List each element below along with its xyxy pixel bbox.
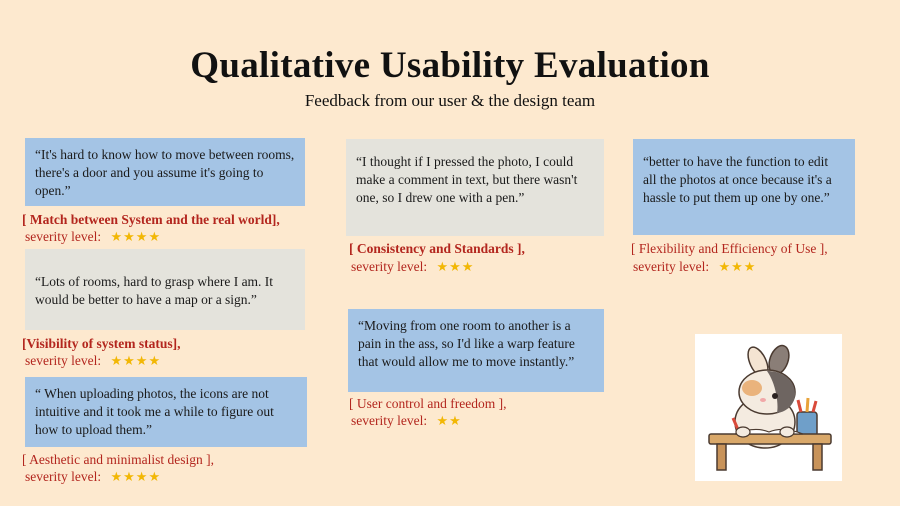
feedback-card-3: “ When uploading photos, the icons are n… [25,377,307,447]
severity-stars-icon: ★★★★ [110,230,162,245]
heuristic-label-4: [ Consistency and Standards ], [349,241,525,256]
feedback-quote: “I thought if I pressed the photo, I cou… [356,154,578,205]
heuristic-label-5: [ User control and freedom ], [349,396,507,411]
feedback-card-6: “better to have the function to edit all… [633,139,855,235]
severity-row-1: severity level: ★★★★ [25,229,161,246]
severity-label: severity level: [633,259,710,274]
severity-row-3: severity level: ★★★★ [25,469,161,486]
heuristic-label-3: [ Aesthetic and minimalist design ], [22,452,214,467]
page-subtitle: Feedback from our user & the design team [304,91,596,110]
feedback-card-5: “Moving from one room to another is a pa… [348,309,604,392]
severity-stars-icon: ★★★★ [110,470,162,485]
feedback-quote: “Lots of rooms, hard to grasp where I am… [35,274,274,307]
severity-row-6: severity level: ★★★ [633,259,756,276]
severity-row-2: severity level: ★★★★ [25,353,161,370]
severity-label: severity level: [25,229,102,244]
heuristic-label-2: [Visibility of system status], [22,336,181,351]
severity-label: severity level: [25,469,102,484]
bunny-illustration [695,334,842,481]
severity-stars-icon: ★★★ [718,260,757,275]
feedback-card-2: “Lots of rooms, hard to grasp where I am… [25,249,305,330]
severity-label: severity level: [351,413,428,428]
severity-stars-icon: ★★★ [436,260,475,275]
severity-stars-icon: ★★★★ [110,354,162,369]
severity-row-4: severity level: ★★★ [351,259,474,276]
heuristic-label-1: [ Match between System and the real worl… [22,212,280,227]
heuristic-label-6: [ Flexibility and Efficiency of Use ], [631,241,828,256]
feedback-quote: “better to have the function to edit all… [643,154,832,205]
feedback-quote: “Moving from one room to another is a pa… [358,318,575,369]
feedback-card-1: “It's hard to know how to move between r… [25,138,305,206]
severity-label: severity level: [351,259,428,274]
bunny-drawing-icon [708,344,832,471]
severity-label: severity level: [25,353,102,368]
page-title: Qualitative Usability Evaluation [190,45,710,86]
feedback-quote: “ When uploading photos, the icons are n… [35,386,274,437]
severity-row-5: severity level: ★★ [351,413,462,430]
feedback-card-4: “I thought if I pressed the photo, I cou… [346,139,604,236]
severity-stars-icon: ★★ [436,414,462,429]
feedback-quote: “It's hard to know how to move between r… [35,147,295,198]
